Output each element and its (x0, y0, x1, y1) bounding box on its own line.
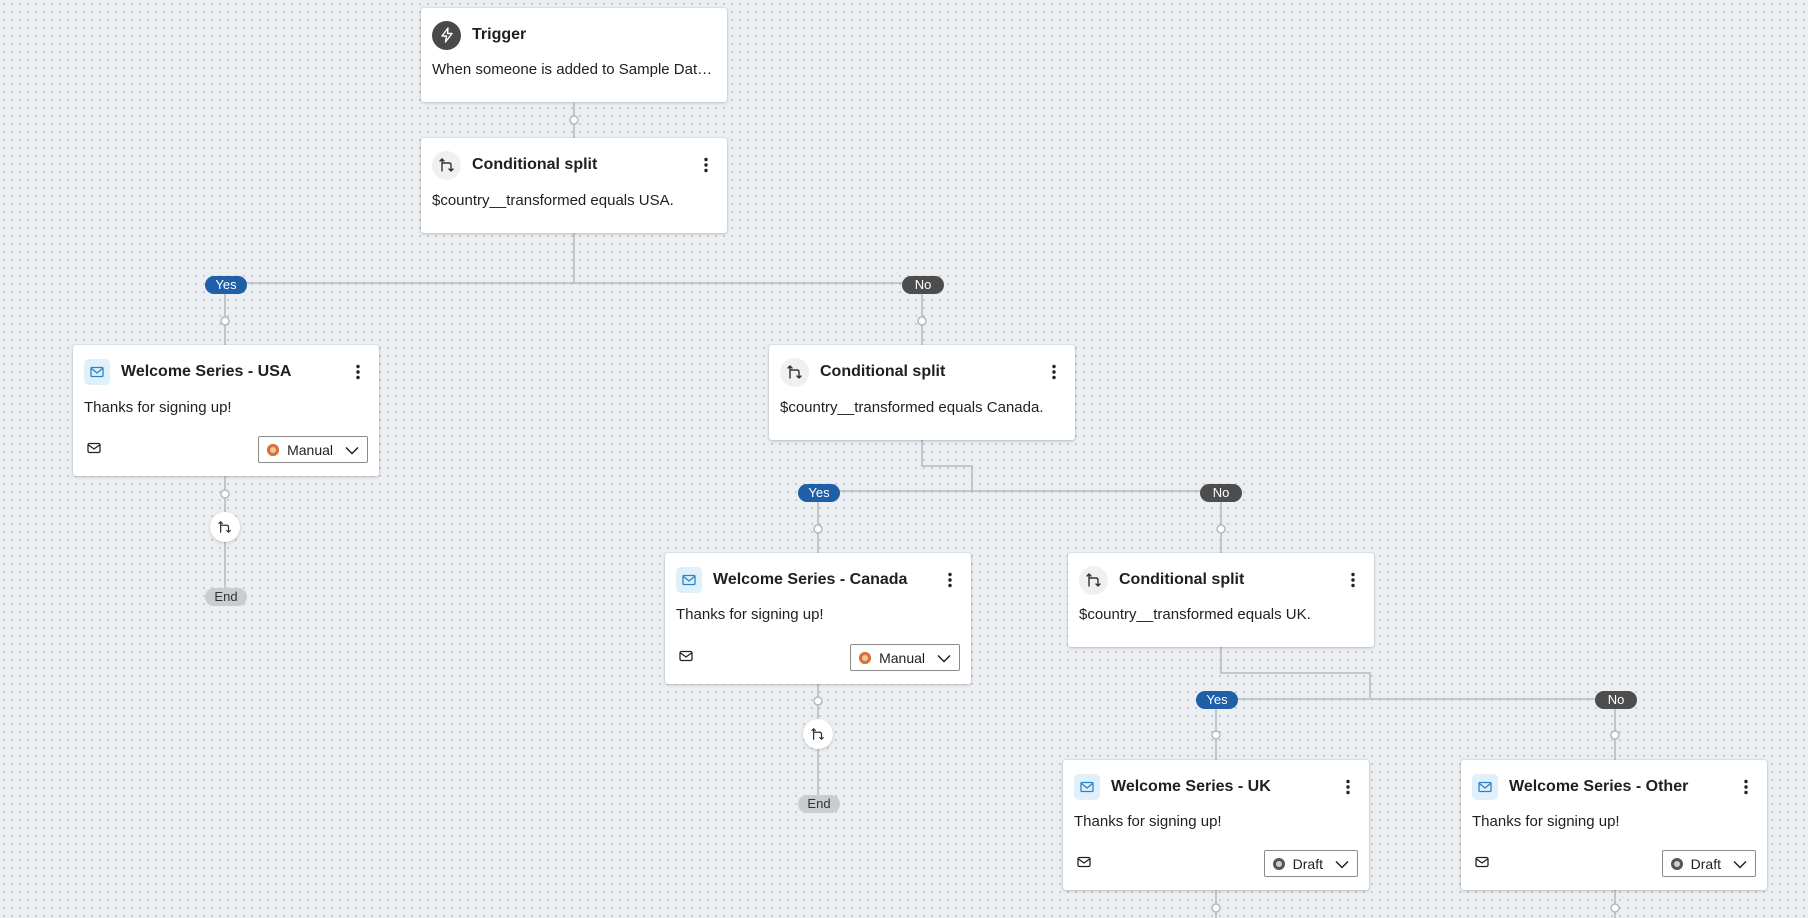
conditional-split-card-uk[interactable]: Conditional split $country__transformed … (1068, 553, 1374, 647)
chevron-down-icon (937, 650, 951, 666)
more-options-icon[interactable] (1344, 568, 1362, 592)
split-node-icon[interactable] (210, 512, 240, 542)
draft-status-icon (1272, 857, 1285, 870)
draft-status-icon (1670, 857, 1683, 870)
trigger-card[interactable]: Trigger When someone is added to Sample … (421, 8, 727, 102)
split-title: Conditional split (820, 363, 946, 380)
split-icon (780, 357, 809, 387)
split-condition: $country__transformed equals USA. (432, 192, 674, 209)
status-dropdown[interactable]: Manual (850, 644, 960, 671)
no-branch-label: No (1200, 484, 1242, 502)
split-icon (432, 150, 461, 180)
email-body: Thanks for signing up! (676, 606, 824, 623)
email-card-canada[interactable]: Welcome Series - Canada Thanks for signi… (665, 553, 971, 684)
no-branch-label: No (1595, 691, 1637, 709)
email-preview-icon (678, 648, 694, 664)
email-body: Thanks for signing up! (1472, 813, 1620, 830)
trigger-title: Trigger (472, 26, 527, 43)
email-icon (1074, 774, 1100, 800)
more-options-icon[interactable] (1045, 360, 1063, 384)
email-icon (676, 567, 702, 593)
email-preview-icon (1076, 854, 1092, 870)
status-value: Manual (287, 441, 333, 458)
status-dropdown[interactable]: Draft (1661, 850, 1756, 877)
yes-branch-label: Yes (1196, 691, 1238, 709)
more-options-icon[interactable] (1339, 775, 1357, 799)
email-body: Thanks for signing up! (84, 399, 232, 416)
status-value: Manual (879, 649, 925, 666)
email-icon (1472, 774, 1498, 800)
end-label: End (798, 795, 840, 813)
email-preview-icon (1474, 854, 1490, 870)
more-options-icon[interactable] (941, 568, 959, 592)
email-preview-icon (86, 440, 102, 456)
split-node-icon[interactable] (803, 719, 833, 749)
email-title: Welcome Series - UK (1111, 778, 1271, 795)
email-icon (84, 359, 110, 385)
end-label: End (205, 588, 247, 606)
email-card-usa[interactable]: Welcome Series - USA Thanks for signing … (73, 345, 379, 476)
status-dropdown[interactable]: Manual (258, 436, 368, 463)
split-title: Conditional split (1119, 571, 1245, 588)
email-title: Welcome Series - USA (121, 363, 292, 380)
chevron-down-icon (1733, 856, 1747, 872)
yes-branch-label: Yes (798, 484, 840, 502)
yes-branch-label: Yes (205, 276, 247, 294)
more-options-icon[interactable] (1737, 775, 1755, 799)
manual-status-icon (267, 443, 280, 456)
split-title: Conditional split (472, 156, 598, 173)
no-branch-label: No (902, 276, 944, 294)
email-title: Welcome Series - Canada (713, 571, 908, 588)
chevron-down-icon (345, 442, 359, 458)
status-value: Draft (1690, 855, 1721, 872)
more-options-icon[interactable] (697, 153, 715, 177)
email-title: Welcome Series - Other (1509, 778, 1689, 795)
trigger-description: When someone is added to Sample Data ... (432, 61, 717, 78)
email-card-uk[interactable]: Welcome Series - UK Thanks for signing u… (1063, 760, 1369, 890)
split-condition: $country__transformed equals UK. (1079, 606, 1311, 623)
email-body: Thanks for signing up! (1074, 813, 1222, 830)
status-value: Draft (1292, 855, 1323, 872)
email-card-other[interactable]: Welcome Series - Other Thanks for signin… (1461, 760, 1767, 890)
split-icon (1079, 565, 1108, 595)
manual-status-icon (859, 651, 872, 664)
more-options-icon[interactable] (349, 360, 367, 384)
status-dropdown[interactable]: Draft (1263, 850, 1358, 877)
lightning-icon (432, 20, 461, 50)
split-condition: $country__transformed equals Canada. (780, 399, 1044, 416)
chevron-down-icon (1335, 856, 1349, 872)
conditional-split-card-canada[interactable]: Conditional split $country__transformed … (769, 345, 1075, 440)
conditional-split-card-usa[interactable]: Conditional split $country__transformed … (421, 138, 727, 233)
